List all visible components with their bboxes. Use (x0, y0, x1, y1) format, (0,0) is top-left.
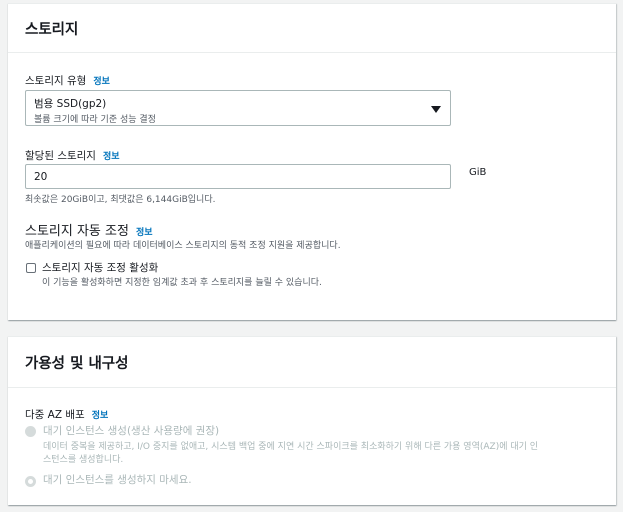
availability-panel-title: 가용성 및 내구성 (8, 337, 616, 388)
storage-type-label: 스토리지 유형 (25, 75, 87, 87)
storage-type-description: 볼륨 크기에 따라 기준 성능 결정 (34, 115, 156, 125)
multi-az-label: 다중 AZ 배포 (25, 409, 85, 421)
allocated-storage-label-row: 할당된 스토리지 정보 (25, 144, 120, 163)
allocated-storage-hint: 최솟값은 20GiB이고, 최댓값은 6,144GiB입니다. (25, 195, 216, 205)
multi-az-info-link[interactable]: 정보 (92, 411, 109, 421)
autoscaling-description: 애플리케이션의 필요에 따라 데이터베이스 스토리지의 동적 조정 지원을 제공… (25, 241, 341, 251)
storage-type-label-row: 스토리지 유형 정보 (25, 69, 110, 88)
allocated-storage-info-link[interactable]: 정보 (103, 152, 120, 162)
autoscaling-info-link[interactable]: 정보 (136, 228, 153, 238)
storage-panel-title: 스토리지 (8, 4, 616, 53)
standby-radio-selected[interactable] (25, 426, 36, 437)
autoscaling-title-row: 스토리지 자동 조정 정보 (25, 220, 153, 239)
standby-option-desc-line1: 데이터 중복을 제공하고, I/O 중지를 없애고, 시스템 백업 중에 지연 … (43, 442, 539, 452)
allocated-storage-unit: GiB (469, 167, 487, 178)
storage-panel: 스토리지 스토리지 유형 정보 범용 SSD(gp2) 볼륨 크기에 따라 기준 … (8, 3, 616, 320)
multi-az-label-row: 다중 AZ 배포 정보 (25, 403, 108, 422)
allocated-storage-input[interactable] (25, 164, 451, 189)
caret-down-icon (431, 106, 441, 113)
autoscaling-checkbox-description: 이 기능을 활성화하면 지정한 임계값 초과 후 스토리지를 늘릴 수 있습니다… (42, 278, 322, 288)
storage-type-selected-value: 범용 SSD(gp2) (34, 98, 107, 110)
storage-type-select[interactable]: 범용 SSD(gp2) 볼륨 크기에 따라 기준 성능 결정 (25, 90, 451, 126)
allocated-storage-label: 할당된 스토리지 (25, 150, 96, 162)
autoscaling-checkbox-label[interactable]: 스토리지 자동 조정 활성화 (42, 260, 158, 275)
no-standby-option-label[interactable]: 대기 인스턴스를 생성하지 마세요. (43, 472, 192, 487)
standby-option-desc-line2: 스턴스를 생성합니다. (43, 455, 124, 465)
autoscaling-checkbox[interactable] (26, 263, 36, 273)
availability-panel: 가용성 및 내구성 다중 AZ 배포 정보 대기 인스턴스 생성(생산 사용량에 … (8, 336, 616, 505)
no-standby-radio[interactable] (25, 476, 36, 487)
storage-type-info-link[interactable]: 정보 (93, 77, 110, 87)
standby-option-label[interactable]: 대기 인스턴스 생성(생산 사용량에 권장) (43, 423, 219, 438)
autoscaling-title: 스토리지 자동 조정 (25, 224, 129, 239)
